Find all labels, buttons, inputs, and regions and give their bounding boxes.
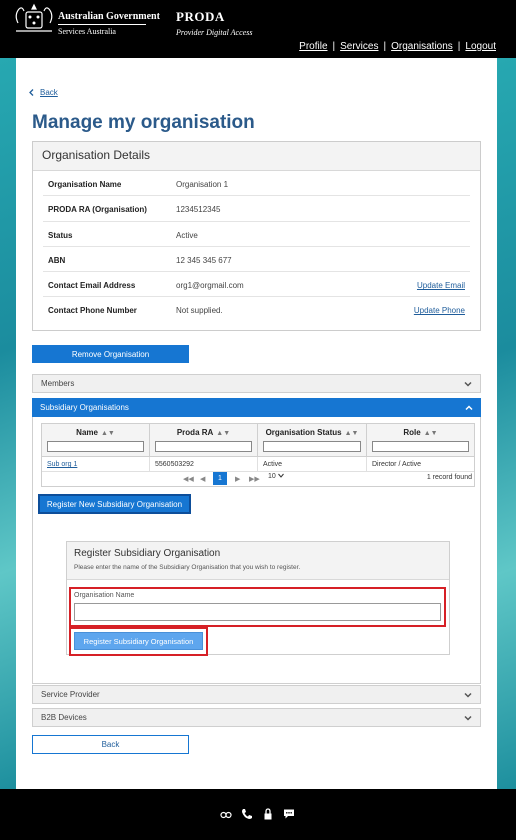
accordion-label: Subsidiary Organisations: [40, 403, 129, 412]
agency-name: Services Australia: [58, 27, 116, 36]
organisation-name-label: Organisation Name: [74, 592, 135, 599]
register-panel-description: Please enter the name of the Subsidiary …: [74, 564, 301, 571]
background-decoration-right: [497, 58, 516, 789]
sub-org-link[interactable]: Sub org 1: [47, 461, 77, 468]
detail-value: 12 345 345 677: [176, 255, 232, 265]
organisation-name-field-highlight: Organisation Name: [69, 587, 446, 627]
back-button[interactable]: Back: [32, 735, 189, 754]
register-subsidiary-button[interactable]: Register Subsidiary Organisation: [74, 632, 203, 650]
column-header-status[interactable]: Organisation Status ▲▼: [258, 424, 367, 456]
detail-row: Organisation Name Organisation 1: [43, 171, 470, 197]
column-header-name[interactable]: Name ▲▼: [42, 424, 150, 456]
detail-value: Active: [176, 230, 198, 240]
chevron-left-icon: [29, 89, 34, 96]
chevron-up-icon: [465, 404, 473, 410]
detail-label: ABN: [48, 255, 66, 265]
detail-value: 1234512345: [176, 205, 221, 215]
back-link[interactable]: Back: [40, 88, 58, 97]
record-count: 1 record found: [426, 474, 472, 481]
filter-proda-ra-input[interactable]: [155, 441, 252, 452]
sort-icon: ▲▼: [344, 430, 359, 437]
brand-title: PRODA: [176, 9, 225, 24]
detail-value: Not supplied.: [176, 306, 223, 316]
chevron-down-icon: [464, 692, 472, 698]
filter-status-input[interactable]: [263, 441, 361, 452]
accordion-b2b-devices[interactable]: B2B Devices: [32, 708, 481, 727]
column-header-role[interactable]: Role ▲▼: [367, 424, 474, 456]
site-footer: [0, 789, 516, 840]
cell-status: Active: [258, 457, 367, 471]
top-nav: Profile | Services | Organisations | Logout: [299, 41, 496, 52]
register-new-subsidiary-button[interactable]: Register New Subsidiary Organisation: [38, 494, 191, 514]
coat-of-arms-icon: [15, 3, 53, 32]
detail-row: Contact Phone Number Not supplied. Updat…: [43, 297, 470, 322]
organisation-details-panel: Organisation Details Organisation Name O…: [32, 141, 481, 331]
remove-organisation-button[interactable]: Remove Organisation: [32, 345, 189, 363]
nav-profile[interactable]: Profile: [299, 41, 327, 52]
sort-icon: ▲▼: [423, 430, 438, 437]
register-subsidiary-panel: Register Subsidiary Organisation Please …: [66, 541, 450, 656]
page-size-select[interactable]: 10: [268, 473, 284, 480]
detail-value: Organisation 1: [176, 180, 229, 189]
page-title: Manage my organisation: [32, 112, 255, 133]
nav-services[interactable]: Services: [340, 41, 378, 52]
gov-name: Australian Government: [58, 11, 160, 22]
accordion-label: Members: [41, 379, 75, 388]
detail-row: PRODA RA (Organisation) 1234512345: [43, 196, 470, 222]
cell-proda-ra: 5560503292: [150, 457, 258, 471]
detail-label: Contact Phone Number: [48, 306, 137, 316]
accordion-subsidiary-organisations[interactable]: Subsidiary Organisations: [32, 398, 481, 417]
detail-label: Organisation Name: [48, 180, 122, 189]
chevron-down-icon: [464, 381, 472, 387]
last-page-icon[interactable]: ▶▶: [249, 475, 260, 483]
register-button-highlight: Register Subsidiary Organisation: [69, 627, 208, 656]
table-pager: ◀◀ ◀ 1 ▶ ▶▶ 10 1 record found: [42, 472, 474, 486]
sort-icon: ▲▼: [100, 430, 115, 437]
first-page-icon[interactable]: ◀◀: [183, 475, 194, 483]
main-content: Back Manage my organisation Organisation…: [16, 58, 497, 789]
site-header: Australian Government Services Australia…: [0, 0, 516, 58]
accordion-service-provider[interactable]: Service Provider: [32, 685, 481, 704]
detail-row: Contact Email Address org1@orgmail.com U…: [43, 272, 470, 298]
brand-subtitle: Provider Digital Access: [176, 28, 253, 37]
gov-divider: [58, 24, 146, 25]
detail-label: Contact Email Address: [48, 281, 136, 291]
cell-role: Director / Active: [372, 461, 422, 468]
accordion-members[interactable]: Members: [32, 374, 481, 393]
filter-name-input[interactable]: [47, 441, 144, 452]
table-row: Sub org 1 5560503292 Active Director / A…: [42, 457, 474, 472]
phone-icon[interactable]: [241, 808, 253, 820]
organisation-name-input[interactable]: [74, 603, 441, 621]
accordion-label: Service Provider: [41, 690, 100, 699]
accessibility-icon[interactable]: [220, 808, 232, 820]
detail-row: Status Active: [43, 222, 470, 247]
subsidiary-table: Name ▲▼ Proda RA ▲▼ Organisation Status ▲▼ …: [41, 423, 475, 487]
update-phone-link[interactable]: Update Phone: [414, 306, 465, 315]
current-page-button[interactable]: 1: [213, 472, 227, 485]
panel-title: Organisation Details: [33, 142, 480, 171]
chat-icon[interactable]: [283, 808, 295, 820]
sort-icon: ▲▼: [216, 430, 231, 437]
detail-label: PRODA RA (Organisation): [48, 205, 147, 215]
next-page-icon[interactable]: ▶: [235, 475, 240, 483]
register-panel-title: Register Subsidiary Organisation: [74, 548, 221, 559]
detail-label: Status: [48, 230, 73, 240]
nav-logout[interactable]: Logout: [465, 41, 496, 52]
prev-page-icon[interactable]: ◀: [200, 475, 205, 483]
column-header-proda-ra[interactable]: Proda RA ▲▼: [150, 424, 258, 456]
detail-value: org1@orgmail.com: [176, 281, 244, 291]
chevron-down-icon: [464, 715, 472, 721]
back-link-container: Back: [29, 88, 58, 97]
table-header: Name ▲▼ Proda RA ▲▼ Organisation Status ▲▼ …: [42, 424, 474, 457]
filter-role-input[interactable]: [372, 441, 469, 452]
lock-icon[interactable]: [262, 808, 274, 820]
accordion-label: B2B Devices: [41, 713, 87, 722]
detail-row: ABN 12 345 345 677: [43, 247, 470, 273]
nav-organisations[interactable]: Organisations: [391, 41, 453, 52]
update-email-link[interactable]: Update Email: [417, 281, 465, 290]
chevron-down-icon: [277, 473, 284, 478]
background-decoration-left: [0, 58, 16, 789]
